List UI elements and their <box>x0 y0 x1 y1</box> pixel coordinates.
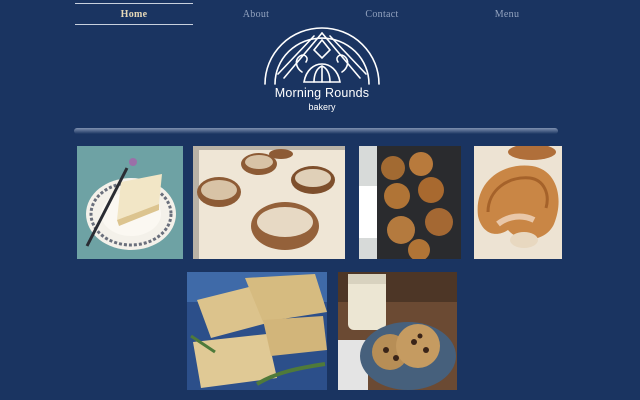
croissant-photo-icon <box>474 146 562 259</box>
gallery-photo-croissant[interactable] <box>474 146 562 259</box>
gallery-photo-scones[interactable] <box>193 146 345 259</box>
gallery-photo-pie[interactable] <box>77 146 183 259</box>
pie-slice-photo-icon <box>77 146 183 259</box>
gallery-photo-shortbread[interactable] <box>187 272 327 390</box>
gallery-photo-muffins[interactable] <box>359 146 461 259</box>
glazed-scones-photo-icon <box>193 146 345 259</box>
nav-about[interactable]: About <box>197 3 315 25</box>
cookies-milk-photo-icon <box>338 272 457 390</box>
nav-menu[interactable]: Menu <box>448 3 566 25</box>
bakery-subtitle: bakery <box>308 102 336 112</box>
nav-home[interactable]: Home <box>75 3 193 25</box>
muffins-photo-icon <box>359 146 461 259</box>
main-navigation: Home About Contact Menu <box>0 0 640 28</box>
shortbread-rosemary-photo-icon <box>187 272 327 390</box>
gallery-photo-cookies[interactable] <box>338 272 457 390</box>
header-divider <box>74 128 558 134</box>
croissant-arch-icon <box>264 27 380 85</box>
nav-contact[interactable]: Contact <box>323 3 441 25</box>
bakery-logo[interactable]: Morning Rounds bakery <box>262 26 382 116</box>
bakery-name: Morning Rounds <box>274 86 370 100</box>
